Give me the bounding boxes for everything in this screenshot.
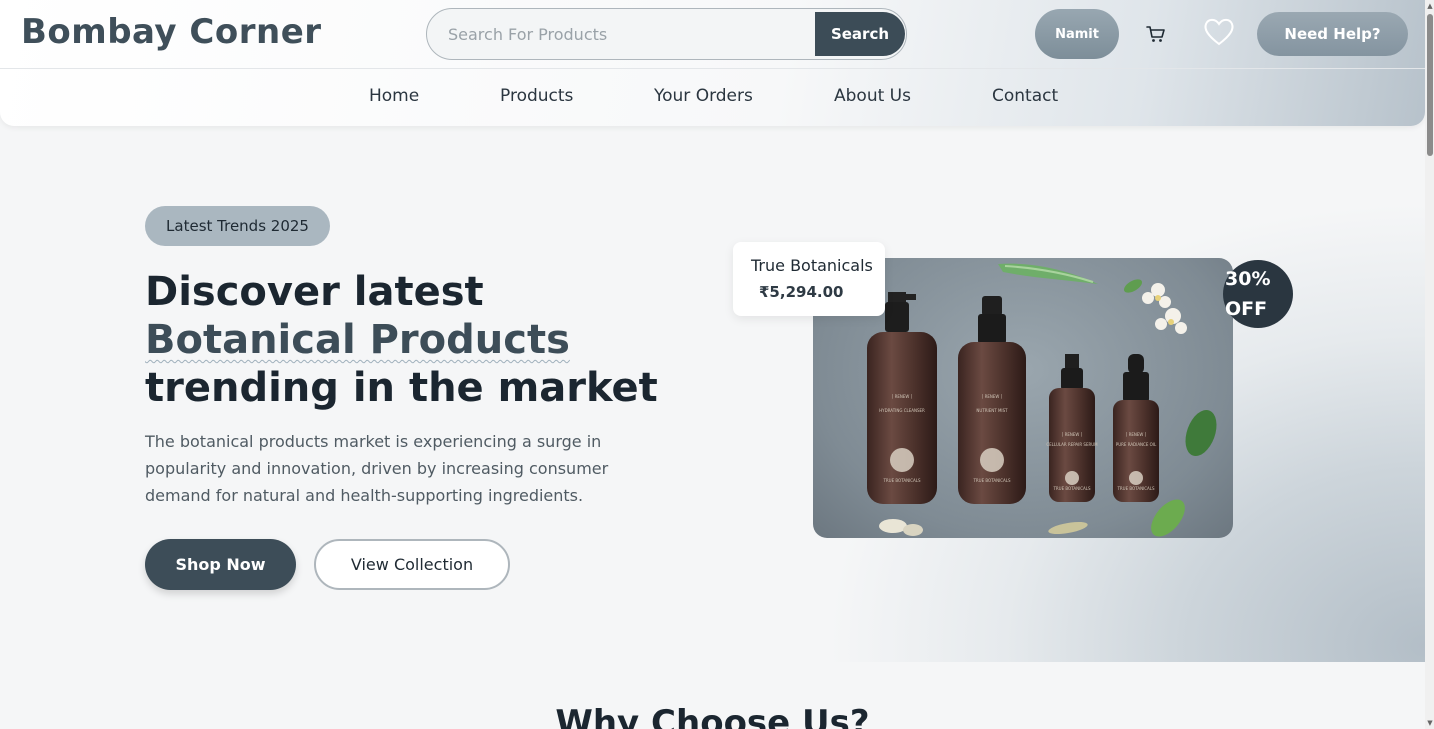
bottle-2-label: NUTRIENT MIST <box>976 408 1008 413</box>
bottle-4-brand: TRUE BOTANICALS <box>1116 486 1155 491</box>
bottle-4-series: [ RENEW ] <box>1126 432 1147 437</box>
bottle-1-label: HYDRATING CLEANSER <box>879 408 925 413</box>
bottle-2-series: [ RENEW ] <box>982 394 1003 399</box>
nav-item-about-us[interactable]: About Us <box>834 86 911 106</box>
bottle-1-series: [ RENEW ] <box>892 394 913 399</box>
search-bar: Search <box>426 8 907 60</box>
discount-text: 30% OFF <box>1225 268 1271 320</box>
search-input[interactable] <box>427 9 815 59</box>
bottle-1-brand: TRUE BOTANICALS <box>882 478 921 483</box>
cart-icon[interactable] <box>1146 24 1166 44</box>
bottle-3-brand: TRUE BOTANICALS <box>1052 486 1091 491</box>
shop-now-button[interactable]: Shop Now <box>145 539 296 590</box>
header-divider <box>0 68 1425 69</box>
search-button[interactable]: Search <box>815 12 905 56</box>
brand-logo[interactable]: Bombay Corner <box>21 12 322 52</box>
nav-item-your-orders[interactable]: Your Orders <box>654 86 753 106</box>
product-name: True Botanicals <box>751 256 873 275</box>
scrollbar-thumb[interactable] <box>1427 14 1433 156</box>
product-price-card[interactable]: True Botanicals ₹5,294.00 <box>733 242 885 316</box>
headline-line-1: Discover latest <box>145 269 484 315</box>
scroll-down-arrow-icon[interactable]: ▼ <box>1426 719 1434 727</box>
view-collection-button[interactable]: View Collection <box>314 539 510 590</box>
hero-description: The botanical products market is experie… <box>145 432 609 505</box>
section-title: Why Choose Us? <box>555 703 870 729</box>
bottle-4-label: PURE RADIANCE OIL <box>1116 442 1157 447</box>
bottle-3-label: CELLULAR REPAIR SERUM <box>1046 442 1098 447</box>
discount-badge: 30% OFF <box>1223 260 1293 328</box>
user-account-button[interactable]: Namit <box>1035 9 1119 59</box>
headline-line-2: trending in the market <box>145 365 658 411</box>
headline-highlight: Botanical Products <box>145 317 570 363</box>
product-price: ₹5,294.00 <box>759 283 844 301</box>
scroll-up-arrow-icon[interactable]: ▲ <box>1426 2 1434 10</box>
trend-badge: Latest Trends 2025 <box>145 206 330 246</box>
bottle-2-brand: TRUE BOTANICALS <box>972 478 1011 483</box>
hero-headline: Discover latest Botanical Products trend… <box>145 268 665 412</box>
bottle-3-series: [ RENEW ] <box>1062 432 1083 437</box>
need-help-button[interactable]: Need Help? <box>1257 12 1408 56</box>
nav-item-home[interactable]: Home <box>369 86 419 106</box>
heart-icon[interactable] <box>1203 17 1235 47</box>
nav-item-contact[interactable]: Contact <box>992 86 1058 106</box>
nav-item-products[interactable]: Products <box>500 86 573 106</box>
